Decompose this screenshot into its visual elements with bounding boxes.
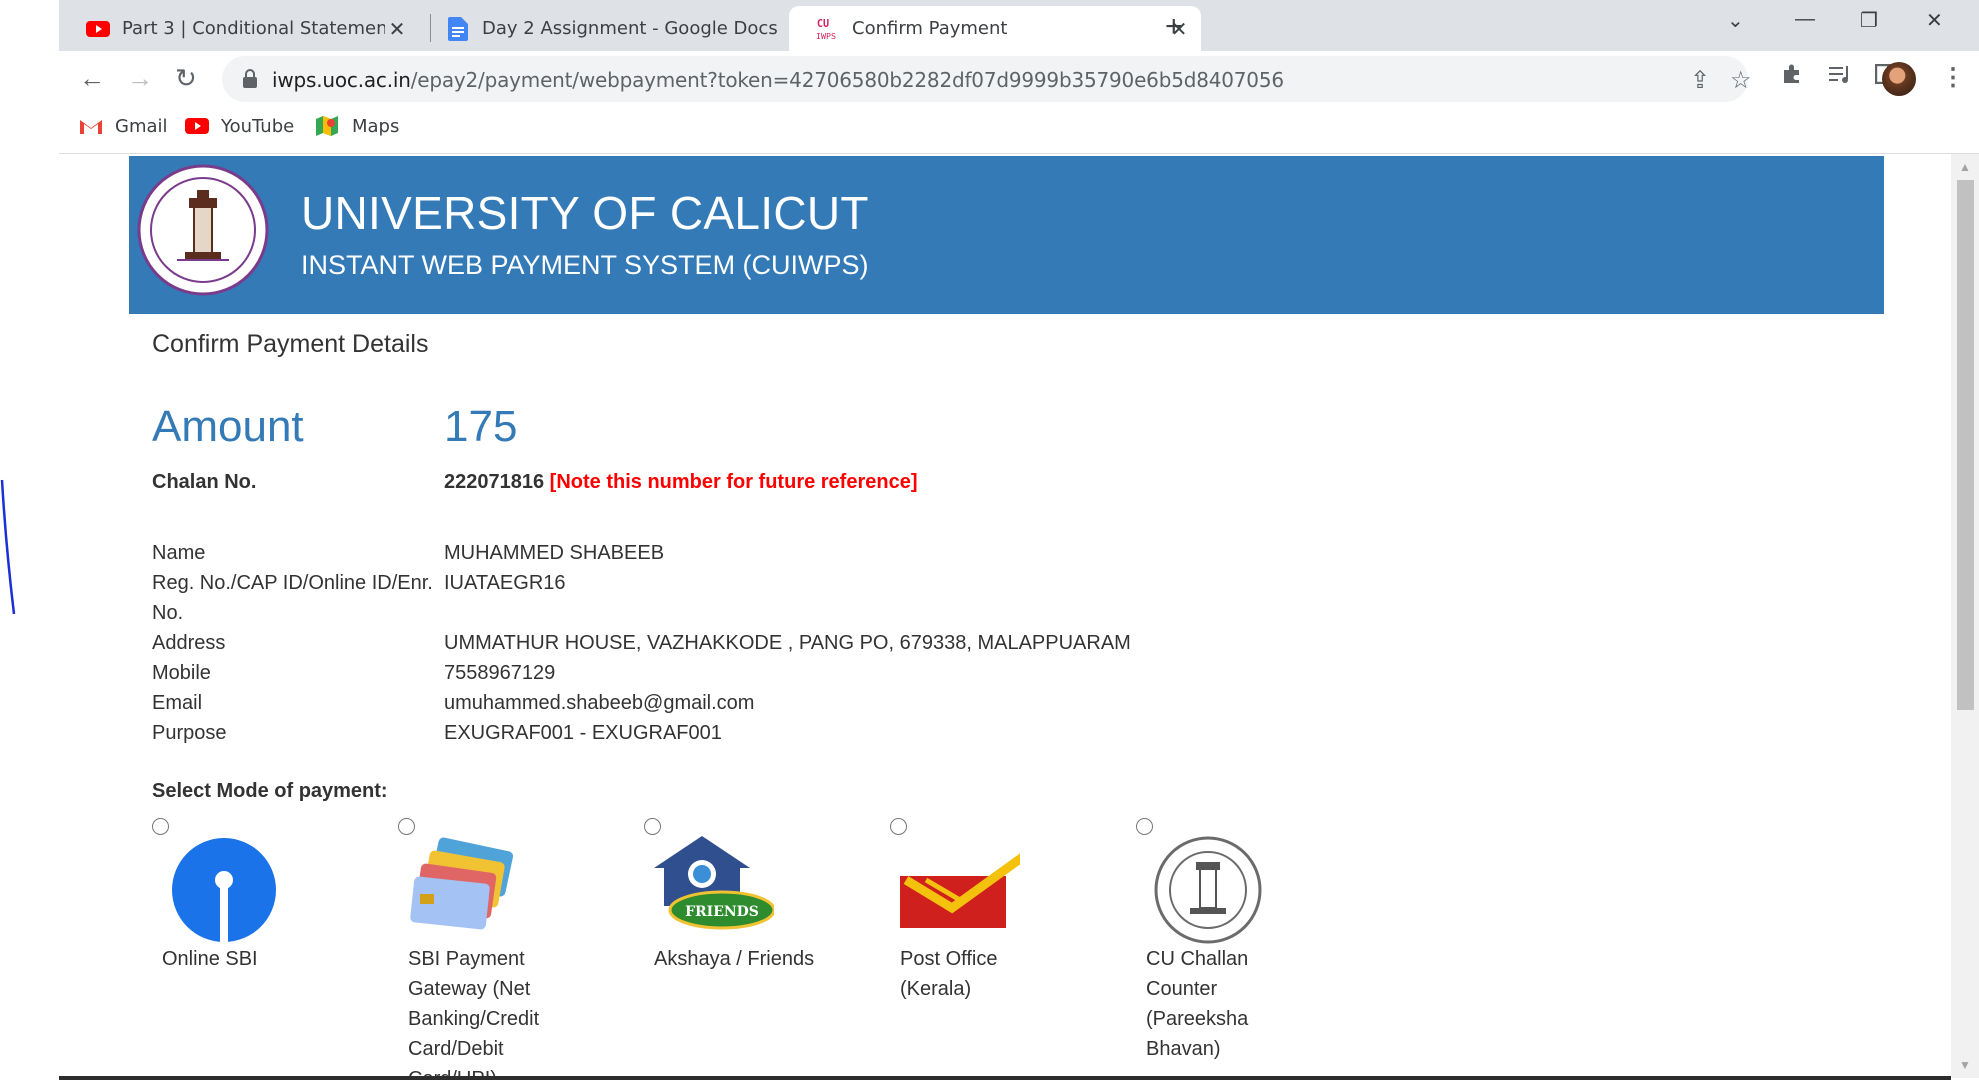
back-button[interactable]: ← — [79, 63, 105, 94]
page-scrollbar[interactable]: ▲ ▼ — [1951, 154, 1979, 1078]
media-control-icon[interactable] — [1829, 63, 1853, 91]
youtube-icon — [185, 115, 211, 137]
india-post-icon — [896, 834, 1027, 944]
payment-option-label: Post Office (Kerala) — [900, 948, 998, 1000]
bookmarks-bar: Gmail YouTube Maps — [59, 107, 1979, 154]
tab-google-docs[interactable]: Day 2 Assignment - Google Docs ✕ — [419, 6, 847, 51]
new-tab-button[interactable]: + — [1165, 10, 1183, 44]
reload-button[interactable]: ↻ — [175, 63, 197, 94]
payment-option-label: Akshaya / Friends — [654, 948, 815, 970]
detail-row-purpose: Purpose EXUGRAF001 - EXUGRAF001 — [152, 718, 1252, 748]
bookmark-youtube[interactable]: YouTube — [185, 115, 294, 137]
detail-label: Address — [152, 632, 226, 654]
toolbar: ← → ↻ iwps.uoc.ac.in/epay2/payment/webpa… — [59, 51, 1979, 107]
amount-label: Amount — [152, 402, 304, 451]
youtube-icon — [86, 17, 110, 41]
system-subtitle: INSTANT WEB PAYMENT SYSTEM (CUIWPS) — [301, 250, 869, 280]
detail-row-reg-no: Reg. No./CAP ID/Online ID/Enr. No. IUATA… — [152, 568, 1252, 628]
detail-row-address: Address UMMATHUR HOUSE, VAZHAKKODE , PAN… — [152, 628, 1252, 658]
detail-label: Purpose — [152, 722, 227, 744]
radio-akshaya[interactable] — [644, 818, 661, 835]
tab-youtube[interactable]: Part 3 | Conditional Statements If ✕ — [59, 6, 419, 51]
tab-title: Part 3 | Conditional Statements If — [122, 18, 385, 39]
detail-label: Name — [152, 542, 206, 564]
menu-kebab-icon[interactable]: ⋮ — [1941, 63, 1965, 92]
pen-annotation-stroke — [0, 479, 16, 615]
cuiwps-icon: CU IWPS — [816, 17, 840, 41]
bookmark-label: YouTube — [221, 115, 295, 137]
payment-option-label: CU Challan Counter (Pareeksha Bhavan) — [1146, 948, 1249, 1060]
akshaya-friends-icon: FRIENDS — [650, 834, 776, 944]
payment-option-label: Online SBI — [162, 948, 258, 970]
detail-value: EXUGRAF001 - EXUGRAF001 — [444, 722, 722, 744]
cards-icon — [404, 834, 528, 944]
amount-value: 175 — [444, 402, 518, 451]
close-window-button[interactable]: ✕ — [1926, 8, 1943, 33]
university-seal-icon — [1142, 834, 1266, 944]
tab-strip: Part 3 | Conditional Statements If ✕ Day… — [59, 0, 1979, 51]
extensions-icon[interactable] — [1781, 63, 1803, 92]
address-bar[interactable]: iwps.uoc.ac.in/epay2/payment/webpayment?… — [222, 56, 1752, 102]
radio-post-office[interactable] — [890, 818, 907, 835]
url-host: iwps.uoc.ac.in — [272, 68, 411, 92]
profile-avatar[interactable] — [1882, 62, 1916, 96]
sbi-logo-icon — [158, 834, 282, 944]
detail-label: Reg. No./CAP ID/Online ID/Enr. No. — [152, 572, 433, 624]
payment-mode-title: Select Mode of payment: — [152, 780, 388, 802]
detail-label: Email — [152, 692, 203, 714]
bookmark-label: Gmail — [115, 115, 168, 137]
chalan-label: Chalan No. — [152, 471, 257, 493]
radio-online-sbi[interactable] — [152, 818, 169, 835]
chalan-row: 222071816 [Note this number for future r… — [444, 471, 918, 494]
radio-cu-challan[interactable] — [1136, 818, 1153, 835]
radio-sbi-gateway[interactable] — [398, 818, 415, 835]
url-text: iwps.uoc.ac.in/epay2/payment/webpayment?… — [272, 68, 1284, 92]
detail-value: MUHAMMED SHABEEB — [444, 542, 665, 564]
svg-text:CU: CU — [817, 19, 829, 30]
bookmark-label: Maps — [352, 115, 400, 137]
gmail-icon — [79, 115, 105, 137]
chalan-note: [Note this number for future reference] — [549, 471, 918, 493]
university-logo — [137, 164, 269, 296]
scroll-down-arrow-icon[interactable]: ▼ — [1951, 1052, 1979, 1078]
scrollbar-thumb[interactable] — [1957, 180, 1974, 710]
lock-icon[interactable] — [242, 69, 258, 94]
detail-row-email: Email umuhammed.shabeeb@gmail.com — [152, 688, 1252, 718]
taskbar-edge — [59, 1076, 1951, 1080]
payment-option-label: SBI Payment Gateway (Net Banking/Credit … — [408, 948, 540, 1078]
minimize-button[interactable]: — — [1795, 8, 1815, 31]
maps-icon — [316, 115, 342, 137]
chalan-number: 222071816 — [444, 471, 545, 493]
detail-value: UMMATHUR HOUSE, VAZHAKKODE , PANG PO, 67… — [444, 632, 1131, 654]
bookmark-star-icon[interactable]: ☆ — [1730, 66, 1752, 95]
university-title: UNIVERSITY OF CALICUT — [301, 187, 869, 239]
google-docs-icon — [446, 16, 470, 41]
payer-details: Name MUHAMMED SHABEEB Reg. No./CAP ID/On… — [152, 538, 1252, 748]
tab-search-icon[interactable]: ⌄ — [1727, 8, 1744, 33]
tab-title: Confirm Payment — [852, 18, 1008, 39]
url-path: /epay2/payment/webpayment?token=42706580… — [410, 68, 1284, 92]
detail-row-name: Name MUHAMMED SHABEEB — [152, 538, 1252, 568]
scroll-up-arrow-icon[interactable]: ▲ — [1951, 154, 1979, 180]
detail-value: IUATAEGR16 — [444, 572, 566, 594]
tab-confirm-payment[interactable]: CU IWPS Confirm Payment ✕ — [789, 6, 1201, 51]
site-banner: UNIVERSITY OF CALICUT INSTANT WEB PAYMEN… — [129, 156, 1884, 314]
bookmark-gmail[interactable]: Gmail — [79, 115, 168, 137]
svg-text:FRIENDS: FRIENDS — [685, 904, 759, 920]
bookmark-maps[interactable]: Maps — [316, 115, 399, 137]
tab-title: Day 2 Assignment - Google Docs — [482, 18, 778, 39]
page-title: Confirm Payment Details — [152, 330, 429, 358]
close-tab-icon[interactable]: ✕ — [385, 17, 409, 41]
detail-value: umuhammed.shabeeb@gmail.com — [444, 692, 755, 714]
browser-chrome: Part 3 | Conditional Statements If ✕ Day… — [59, 0, 1979, 154]
forward-button[interactable]: → — [127, 63, 153, 94]
detail-value: 7558967129 — [444, 662, 556, 684]
detail-row-mobile: Mobile 7558967129 — [152, 658, 1252, 688]
page-viewport: UNIVERSITY OF CALICUT INSTANT WEB PAYMEN… — [59, 154, 1951, 1078]
svg-text:IWPS: IWPS — [816, 31, 836, 41]
detail-label: Mobile — [152, 662, 211, 684]
share-icon[interactable]: ⇪ — [1690, 66, 1710, 95]
restore-button[interactable]: ❐ — [1860, 8, 1878, 33]
